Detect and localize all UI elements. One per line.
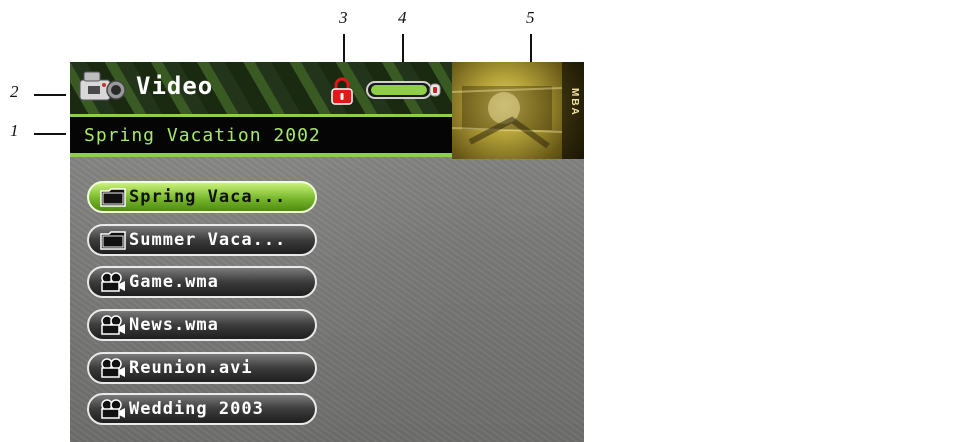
app-title: Video: [136, 72, 214, 100]
callout-5-line: [530, 34, 532, 62]
preview-thumbnail: MBA: [452, 62, 584, 159]
video-file-icon: [99, 398, 127, 420]
list-item-label: Summer Vaca...: [129, 230, 287, 250]
album-divider: [70, 153, 452, 157]
album-title: Spring Vacation 2002: [84, 125, 321, 146]
list-item-label: Wedding 2003: [129, 399, 264, 419]
callout-1: 1: [10, 121, 19, 140]
list-item[interactable]: Game.wma: [87, 266, 317, 298]
device-screen: Video Spring Vacation 2002 MBA Spring Va…: [70, 62, 584, 442]
thumbnail-image: [452, 86, 562, 149]
folder-icon: [99, 186, 127, 208]
callout-3: 3: [339, 8, 348, 27]
callout-2-line: [34, 94, 66, 96]
callout-3-line: [343, 34, 345, 62]
lock-icon: [331, 77, 353, 105]
list-item-label: Reunion.avi: [129, 358, 253, 378]
callout-5: 5: [526, 8, 535, 27]
video-file-icon: [99, 314, 127, 336]
list-item-label: News.wma: [129, 315, 219, 335]
folder-icon: [99, 229, 127, 251]
callout-2: 2: [10, 82, 19, 101]
video-file-icon: [99, 271, 127, 293]
list-item-label: Spring Vaca...: [129, 187, 287, 207]
list-item[interactable]: News.wma: [87, 309, 317, 341]
list-item[interactable]: Spring Vaca...: [87, 181, 317, 213]
callout-4-line: [402, 34, 404, 62]
video-file-icon: [99, 357, 127, 379]
thumbnail-label: MBA: [569, 88, 580, 117]
video-camera-icon: [79, 71, 126, 101]
callout-1-line: [34, 133, 66, 135]
battery-icon: [366, 81, 441, 99]
list-item[interactable]: Summer Vaca...: [87, 224, 317, 256]
callout-4: 4: [398, 8, 407, 27]
list-item[interactable]: Reunion.avi: [87, 352, 317, 384]
list-item-label: Game.wma: [129, 272, 219, 292]
list-item[interactable]: Wedding 2003: [87, 393, 317, 425]
